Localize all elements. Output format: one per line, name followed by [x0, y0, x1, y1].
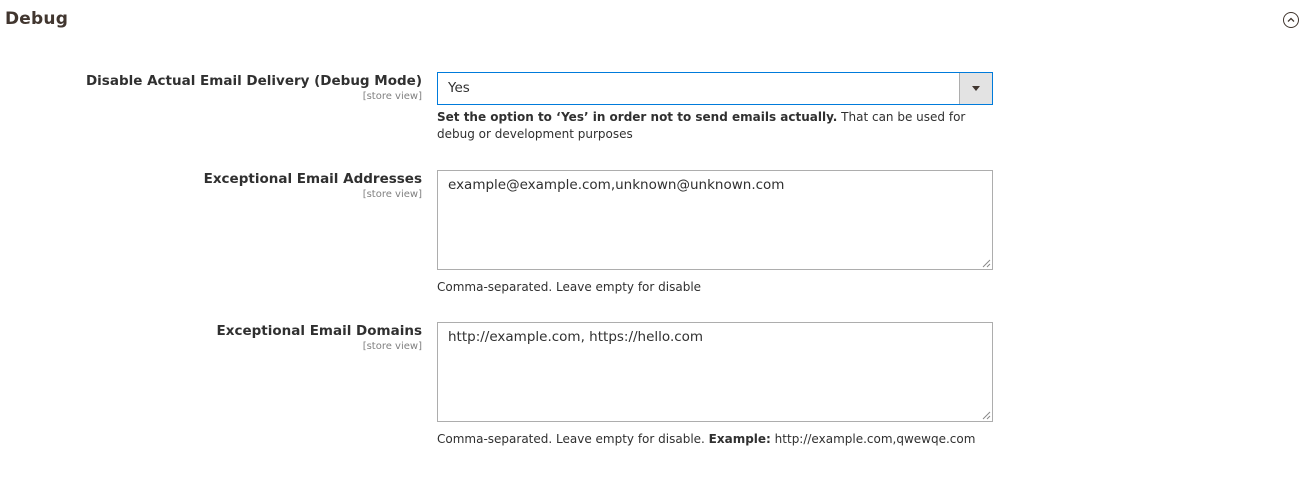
- scope-label: [store view]: [362, 189, 422, 200]
- exceptional-domains-textarea[interactable]: http://example.com, https://hello.com: [437, 322, 993, 422]
- field-note-exceptional-addresses: Comma-separated. Leave empty for disable: [437, 280, 702, 294]
- note-bold: Example:: [708, 432, 771, 446]
- label-text: Disable Actual Email Delivery (Debug Mod…: [85, 73, 422, 89]
- field-note-disable-delivery: Set the option to ‘Yes’ in order not to …: [437, 109, 993, 143]
- chevron-up-circle-icon[interactable]: [1283, 12, 1299, 28]
- scope-label: [store view]: [362, 341, 422, 352]
- field-note-exceptional-domains: Comma-separated. Leave empty for disable…: [437, 431, 993, 448]
- resize-handle-icon[interactable]: [982, 411, 991, 420]
- field-label-disable-delivery: Disable Actual Email Delivery (Debug Mod…: [86, 73, 422, 103]
- select-dropdown-button[interactable]: [959, 73, 992, 104]
- label-text: Exceptional Email Addresses: [203, 171, 422, 187]
- section-title[interactable]: Debug: [5, 9, 68, 29]
- select-value: Yes: [448, 80, 470, 96]
- textarea-value: http://example.com, https://hello.com: [448, 329, 704, 345]
- field-label-exceptional-domains: Exceptional Email Domains [store view]: [217, 323, 422, 353]
- field-label-exceptional-addresses: Exceptional Email Addresses [store view]: [204, 171, 422, 201]
- label-text: Exceptional Email Domains: [216, 323, 422, 339]
- note-bold: Set the option to ‘Yes’ in order not to …: [437, 110, 838, 124]
- debug-mode-select[interactable]: Yes: [437, 72, 993, 105]
- caret-down-icon: [972, 86, 980, 91]
- note-example: http://example.com,qwewqe.com: [770, 432, 976, 446]
- control-exceptional-addresses: example@example.com,unknown@unknown.com …: [437, 170, 993, 296]
- control-disable-delivery: Yes Set the option to ‘Yes’ in order not…: [437, 72, 993, 143]
- exceptional-addresses-textarea[interactable]: example@example.com,unknown@unknown.com: [437, 170, 993, 270]
- textarea-value: example@example.com,unknown@unknown.com: [448, 177, 785, 193]
- config-page: Debug Disable Actual Email Delivery (Deb…: [0, 0, 1316, 485]
- scope-label: [store view]: [362, 91, 422, 102]
- note-text: Comma-separated. Leave empty for disable…: [437, 432, 709, 446]
- resize-handle-icon[interactable]: [982, 259, 991, 268]
- control-exceptional-domains: http://example.com, https://hello.com Co…: [437, 322, 993, 448]
